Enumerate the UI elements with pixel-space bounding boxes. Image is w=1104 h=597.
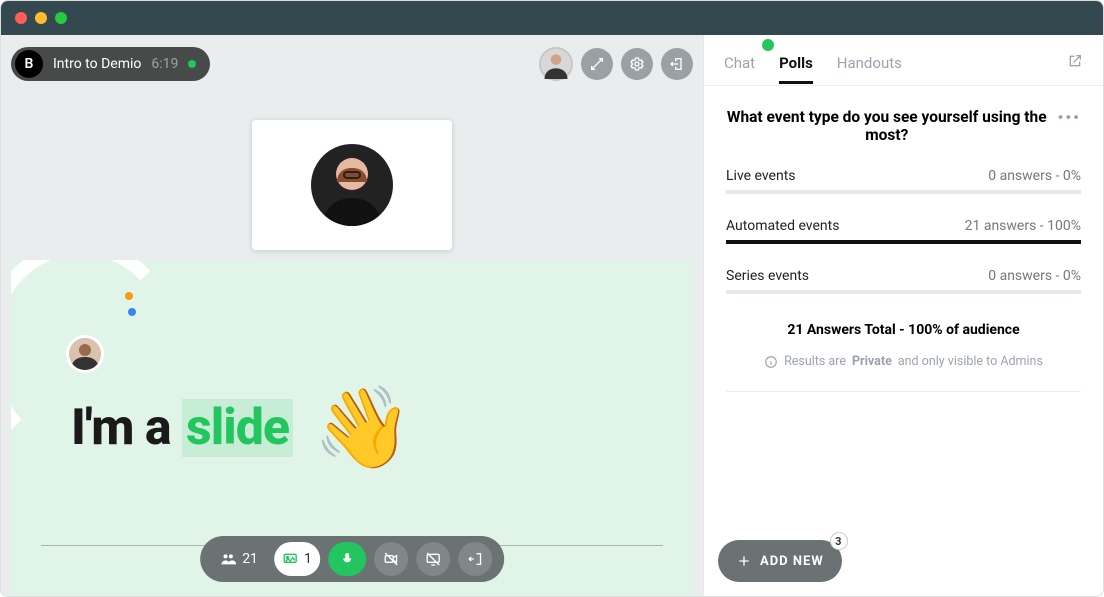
poll-option-label: Series events	[726, 268, 809, 284]
add-new-label: ADD NEW	[760, 554, 824, 569]
slide-text-highlight: slide	[182, 399, 293, 457]
decorative-dot-blue	[128, 308, 136, 316]
attendees-count: 21	[242, 551, 258, 567]
window-minimize-button[interactable]	[35, 12, 47, 24]
poll-totals: 21 Answers Total - 100% of audience	[726, 322, 1081, 338]
poll-option[interactable]: Series events 0 answers - 0%	[726, 268, 1081, 294]
session-pill[interactable]: B Intro to Demio 6:19	[11, 47, 210, 81]
presenter-camera-avatar	[311, 144, 393, 226]
panel-tabs: Chat Polls Handouts	[704, 35, 1103, 85]
stage-topbar: B Intro to Demio 6:19	[11, 47, 693, 81]
mic-button[interactable]	[328, 542, 366, 576]
stage-bottom-toolbar: 21 1	[200, 536, 504, 582]
session-badge: B	[15, 50, 43, 78]
poll-option[interactable]: Live events 0 answers - 0%	[726, 168, 1081, 194]
poll-panel: What event type do you see yourself usin…	[704, 86, 1103, 596]
app-window: B Intro to Demio 6:19	[0, 0, 1104, 597]
slides-chip[interactable]: 1	[274, 542, 320, 576]
info-icon	[764, 355, 778, 369]
chat-unread-indicator	[762, 39, 774, 51]
slides-count: 1	[304, 551, 312, 567]
session-title: Intro to Demio	[53, 56, 141, 72]
plus-icon	[736, 553, 752, 569]
tab-chat[interactable]: Chat	[724, 54, 755, 84]
poll-option-result: 21 answers - 100%	[965, 218, 1081, 234]
stage: B Intro to Demio 6:19	[1, 35, 703, 596]
presenter-camera-tile[interactable]	[252, 120, 452, 250]
poll-privacy-prefix: Results are	[784, 354, 846, 369]
presenter-avatar-button[interactable]	[539, 47, 573, 81]
attendee-avatar[interactable]	[69, 338, 101, 370]
window-close-button[interactable]	[15, 12, 27, 24]
titlebar	[1, 1, 1103, 35]
wave-emoji: 👋	[313, 388, 413, 468]
camera-off-button[interactable]	[374, 542, 408, 576]
poll-option-label: Live events	[726, 168, 796, 184]
stage-top-controls	[539, 47, 693, 81]
poll-privacy-suffix: and only visible to Admins	[898, 354, 1043, 369]
decorative-dot-orange	[125, 292, 133, 300]
fullscreen-button[interactable]	[581, 48, 613, 80]
poll-menu-button[interactable]: •••	[1057, 108, 1081, 127]
screenshare-button[interactable]	[416, 542, 450, 576]
poll-option-label: Automated events	[726, 218, 839, 234]
poll-option-result: 0 answers - 0%	[988, 168, 1081, 184]
settings-button[interactable]	[621, 48, 653, 80]
live-indicator	[188, 60, 196, 68]
tab-handouts[interactable]: Handouts	[837, 54, 902, 84]
session-time: 6:19	[151, 56, 178, 72]
poll-question: What event type do you see yourself usin…	[726, 108, 1047, 144]
tab-polls[interactable]: Polls	[779, 54, 813, 84]
side-panel: Chat Polls Handouts What event type do y…	[703, 35, 1103, 596]
poll-option-result: 0 answers - 0%	[988, 268, 1081, 284]
leave-button[interactable]	[458, 542, 492, 576]
add-new-button[interactable]: ADD NEW 3	[718, 540, 842, 582]
attendees-chip[interactable]: 21	[212, 542, 266, 576]
poll-privacy-note: Results are Private and only visible to …	[726, 354, 1081, 369]
poll-privacy-bold: Private	[852, 354, 892, 369]
window-maximize-button[interactable]	[55, 12, 67, 24]
add-new-badge: 3	[830, 532, 848, 550]
poll-option[interactable]: Automated events 21 answers - 100%	[726, 218, 1081, 244]
popout-button[interactable]	[1067, 53, 1083, 85]
exit-button[interactable]	[661, 48, 693, 80]
